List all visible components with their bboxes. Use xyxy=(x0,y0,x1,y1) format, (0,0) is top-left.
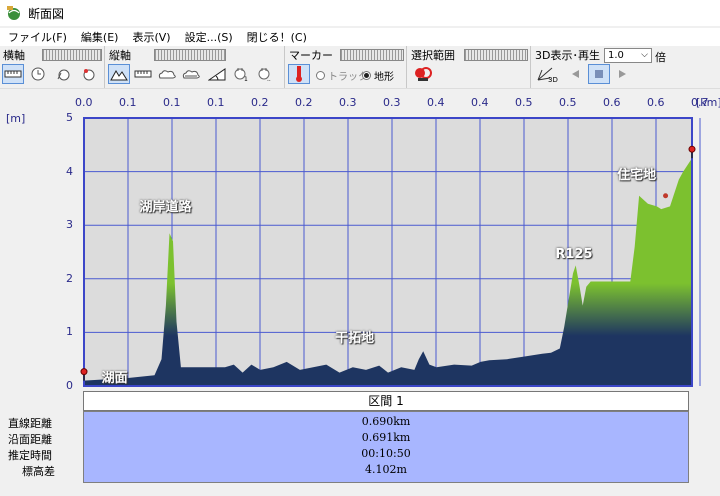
section-header: 区間 1 xyxy=(83,391,689,411)
stat-label-surface-distance: 沿面距離 xyxy=(8,433,52,446)
end-marker-pin xyxy=(688,145,696,153)
chart-annotation-label: 湖面 xyxy=(101,371,128,387)
stat-value-surface-distance: 0.691km xyxy=(361,431,411,444)
stat-value-estimated-time: 00:10:50 xyxy=(361,447,411,460)
chart-annotation-label: 住宅地 xyxy=(617,167,657,183)
stat-value-elevation-diff: 4.102m xyxy=(365,463,407,476)
chart-annotation-label: 湖岸道路 xyxy=(139,199,192,215)
chart-annotation-label: R125 xyxy=(555,246,593,262)
chart-annotation-label: 干拓地 xyxy=(335,331,375,347)
hiker-icon xyxy=(663,193,669,199)
stat-label-elevation-diff: 標高差 xyxy=(22,465,55,478)
stat-label-estimated-time: 推定時間 xyxy=(8,449,52,462)
start-marker-pin xyxy=(80,368,88,376)
stat-label-straight-distance: 直線距離 xyxy=(8,417,52,430)
stat-value-straight-distance: 0.690km xyxy=(361,415,411,428)
stats-panel: 0.690km 0.691km 00:10:50 4.102m xyxy=(83,411,689,483)
